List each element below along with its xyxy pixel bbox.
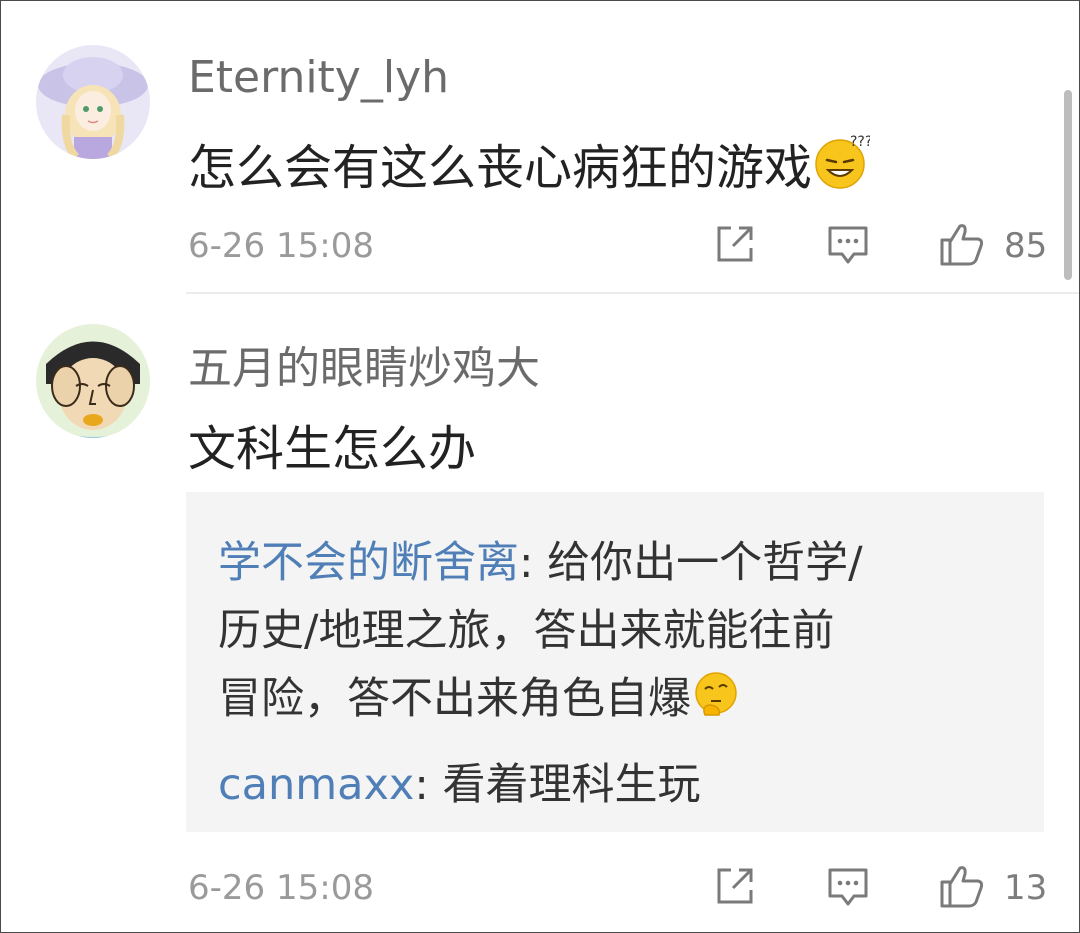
share-icon: [717, 868, 753, 904]
avatar[interactable]: [36, 324, 150, 438]
reply-button[interactable]: [826, 864, 870, 908]
reply-username[interactable]: canmaxx: [218, 760, 414, 810]
thinking-emoji-icon: [691, 669, 741, 730]
reply-text-line: 看着理科生玩: [442, 760, 701, 810]
like-button[interactable]: [938, 220, 986, 268]
thumbs-up-icon: [940, 866, 984, 908]
username[interactable]: 五月的眼睛炒鸡大: [188, 332, 540, 396]
comment-text: 怎么会有这么丧心病狂的游戏 ???: [188, 128, 872, 202]
reply-separator: :: [414, 760, 443, 810]
like-button[interactable]: [938, 862, 986, 910]
username[interactable]: Eternity_lyh: [188, 52, 449, 103]
comment-time: 6-26 15:08: [188, 226, 374, 266]
avatar-manga-face-image: [36, 324, 150, 438]
comment-item: Eternity_lyh 怎么会有这么丧心病狂的游戏 ??? 6-26 15:0…: [0, 0, 1080, 293]
avatar[interactable]: [36, 45, 150, 159]
thumbs-up-icon: [940, 224, 984, 266]
avatar-anime-girl-image: [36, 45, 150, 159]
svg-text:???: ???: [850, 134, 870, 150]
share-icon: [717, 226, 753, 262]
reply-text-line: 冒险，答不出来角色自爆: [218, 674, 691, 724]
reply-item: 学不会的断舍离: 给你出一个哲学/: [218, 528, 863, 590]
reply-separator: :: [519, 538, 548, 588]
sweat-smile-emoji-icon: ???: [812, 132, 872, 202]
comment-icon: [828, 868, 868, 906]
share-button[interactable]: [713, 222, 757, 266]
reply-text-line: 给你出一个哲学/: [547, 538, 863, 588]
comment-time: 6-26 15:08: [188, 868, 374, 908]
reply-preview-box[interactable]: 学不会的断舍离: 给你出一个哲学/ 历史/地理之旅，答出来就能往前 冒险，答不出…: [186, 492, 1044, 832]
reply-button[interactable]: [826, 222, 870, 266]
comment-text-body: 怎么会有这么丧心病狂的游戏: [188, 140, 813, 196]
reply-item: canmaxx: 看着理科生玩: [218, 750, 701, 812]
comment-text: 文科生怎么办: [188, 421, 477, 477]
reply-username[interactable]: 学不会的断舍离: [218, 538, 519, 588]
like-count: 13: [1004, 868, 1048, 908]
share-button[interactable]: [713, 864, 757, 908]
reply-text-line: 历史/地理之旅，答出来就能往前: [218, 606, 835, 656]
reply-text-line-last: 冒险，答不出来角色自爆: [218, 664, 741, 730]
comment-item: 五月的眼睛炒鸡大 文科生怎么办 学不会的断舍离: 给你出一个哲学/ 历史/地理之…: [0, 294, 1080, 933]
comment-icon: [828, 226, 868, 264]
like-count: 85: [1004, 226, 1048, 266]
